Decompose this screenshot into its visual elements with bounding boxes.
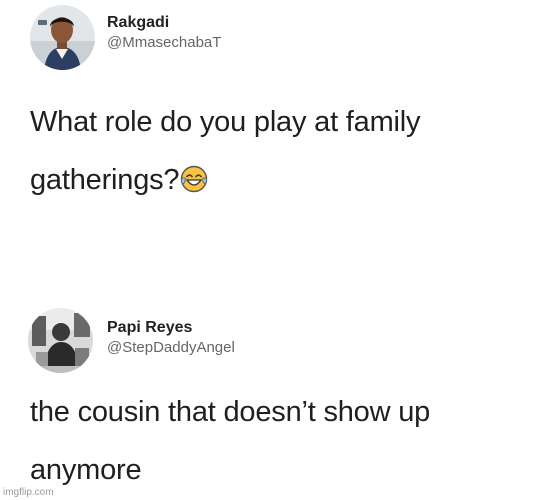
tweet-text: What role do you play at family gatherin… [30, 93, 535, 209]
tweet-author: Papi Reyes @StepDaddyAngel [107, 318, 235, 358]
watermark: imgflip.com [3, 487, 54, 498]
display-name[interactable]: Papi Reyes [107, 318, 235, 338]
tweet-reply: Papi Reyes @StepDaddyAngel the cousin th… [0, 295, 547, 500]
face-with-tears-of-joy-icon [180, 155, 208, 193]
tweet-text-body: What role do you play at family gatherin… [30, 106, 421, 196]
avatar[interactable] [30, 5, 95, 70]
user-handle[interactable]: @StepDaddyAngel [107, 338, 235, 358]
tweet-text: the cousin that doesn’t show up anymore [30, 396, 431, 486]
tweet-author: Rakgadi @MmasechabaT [107, 13, 221, 53]
avatar[interactable] [28, 308, 93, 373]
user-handle[interactable]: @MmasechabaT [107, 33, 221, 53]
tweet-original: Rakgadi @MmasechabaT What role do you pl… [0, 0, 547, 260]
display-name[interactable]: Rakgadi [107, 13, 221, 33]
